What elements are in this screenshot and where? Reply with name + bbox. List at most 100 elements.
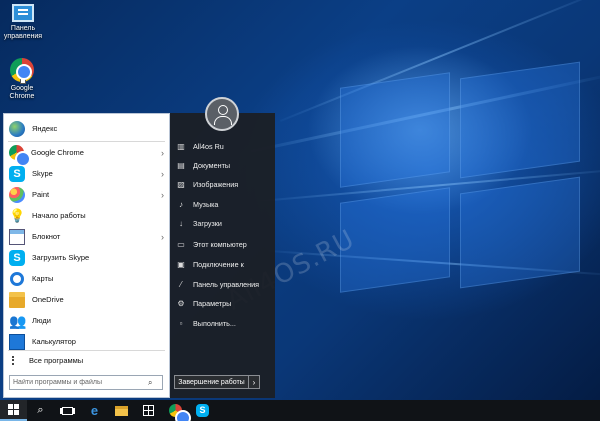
chrome-icon	[169, 404, 191, 421]
maps-icon	[10, 271, 24, 286]
edge-icon: e	[90, 403, 99, 418]
yandex-globe-icon	[9, 120, 25, 137]
store-icon	[143, 405, 154, 416]
place-downloads[interactable]: ↓ Загрузки	[175, 214, 273, 232]
start-button[interactable]	[0, 400, 27, 421]
documents-icon: ▤	[177, 160, 185, 170]
skype-icon: S	[9, 249, 25, 266]
program-calculator[interactable]: Калькулятор	[4, 331, 169, 352]
search-input[interactable]	[10, 379, 148, 386]
program-onedrive[interactable]: OneDrive	[4, 289, 169, 310]
place-connect-to[interactable]: ▣ Подключение к	[175, 255, 273, 273]
all-programs-button[interactable]: Все программы	[4, 352, 169, 368]
place-label: Музыка	[193, 199, 219, 209]
taskbar-store[interactable]	[135, 400, 162, 421]
downloads-icon: ↓	[179, 218, 183, 228]
connect-icon: ▣	[177, 259, 185, 269]
program-yandex[interactable]: Яндекс	[4, 118, 169, 139]
program-skype[interactable]: S Skype ›	[4, 163, 169, 184]
chrome-icon	[10, 58, 34, 84]
place-run[interactable]: ▫ Выполнить...	[175, 314, 273, 332]
pictures-icon: ▨	[177, 179, 185, 189]
start-menu-programs: Яндекс Google Chrome › S Skype › Paint ›…	[3, 113, 170, 398]
program-people[interactable]: 👥 Люди	[4, 310, 169, 331]
desktop-icon-control-panel[interactable]: Панель управления	[1, 4, 45, 41]
taskbar-skype[interactable]: S	[189, 400, 216, 421]
run-icon: ▫	[179, 318, 183, 328]
program-label: Калькулятор	[32, 337, 76, 346]
start-icon	[8, 404, 19, 415]
chevron-right-icon[interactable]: ›	[161, 232, 164, 242]
place-settings[interactable]: ⚙ Параметры	[175, 294, 273, 312]
taskbar-search-button[interactable]: ⌕	[27, 400, 54, 421]
program-label: OneDrive	[32, 295, 64, 304]
chevron-right-icon[interactable]: ›	[161, 148, 164, 158]
place-label: Загрузки	[193, 218, 222, 228]
paint-icon	[9, 186, 25, 203]
program-label: Блокнот	[32, 232, 61, 241]
search-icon: ⌕	[37, 404, 44, 416]
search-field[interactable]: ⌕	[9, 375, 163, 390]
program-label: Skype	[32, 169, 53, 178]
shutdown-options-button[interactable]: ›	[248, 375, 260, 389]
shortcut-arrow-icon	[20, 78, 26, 84]
program-label: Загрузить Skype	[32, 253, 90, 262]
place-label: Параметры	[193, 298, 232, 308]
program-get-started[interactable]: 💡 Начало работы	[4, 205, 169, 226]
taskbar-file-explorer[interactable]	[108, 400, 135, 421]
file-explorer-icon	[115, 405, 128, 416]
settings-icon: ⚙	[177, 298, 185, 308]
chevron-right-icon[interactable]: ›	[161, 169, 164, 179]
place-label: Документы	[193, 160, 231, 170]
music-icon: ♪	[179, 199, 183, 209]
task-view-button[interactable]	[54, 400, 81, 421]
list-icon	[12, 355, 20, 365]
place-label: Подключение к	[193, 259, 244, 269]
chevron-right-icon: ›	[252, 377, 256, 387]
program-label: Google Chrome	[31, 148, 84, 157]
user-avatar[interactable]	[205, 97, 239, 131]
computer-icon: ▭	[177, 239, 185, 249]
desktop-icon-label: Панель управления	[3, 25, 43, 40]
search-icon[interactable]: ⌕	[148, 378, 152, 388]
program-label: Люди	[32, 316, 51, 325]
place-pictures[interactable]: ▨ Изображения	[175, 175, 273, 193]
skype-icon: S	[196, 404, 209, 417]
program-download-skype[interactable]: S Загрузить Skype	[4, 247, 169, 268]
taskbar-edge[interactable]: e	[81, 400, 108, 421]
desktop-icon-chrome[interactable]: Google Chrome	[0, 58, 44, 101]
place-label: Этот компьютер	[193, 239, 247, 249]
place-control-panel[interactable]: ⁄ Панель управления	[175, 275, 273, 293]
all-programs-label: Все программы	[29, 355, 84, 365]
place-label: Панель управления	[193, 279, 260, 289]
program-paint[interactable]: Paint ›	[4, 184, 169, 205]
place-this-pc[interactable]: ▭ Этот компьютер	[175, 235, 273, 253]
task-view-icon	[62, 406, 73, 415]
program-notepad[interactable]: Блокнот ›	[4, 226, 169, 247]
lightbulb-icon: 💡	[9, 207, 26, 223]
place-label: Изображения	[193, 179, 239, 189]
program-google-chrome[interactable]: Google Chrome ›	[4, 142, 169, 167]
notepad-icon	[9, 228, 25, 245]
program-maps[interactable]: Карты	[4, 268, 169, 289]
calculator-icon	[9, 333, 25, 350]
control-panel-icon	[12, 4, 34, 22]
program-label: Яндекс	[32, 124, 58, 133]
place-documents[interactable]: ▤ Документы	[175, 156, 273, 174]
chrome-icon	[9, 145, 31, 167]
place-music[interactable]: ♪ Музыка	[175, 195, 273, 213]
taskbar-chrome[interactable]	[162, 400, 191, 421]
control-panel-icon: ⁄	[180, 279, 182, 289]
user-folder-icon: ▥	[177, 141, 185, 151]
shutdown-button[interactable]: Завершение работы	[174, 375, 249, 389]
place-label: All4os Ru	[193, 141, 224, 151]
place-user-folder[interactable]: ▥ All4os Ru	[175, 137, 273, 155]
program-label: Карты	[32, 274, 54, 283]
program-label: Начало работы	[32, 211, 86, 220]
taskbar: ⌕ e S	[0, 400, 600, 421]
people-icon: 👥	[9, 312, 27, 329]
desktop-icon-label: Google Chrome	[9, 85, 35, 100]
program-label: Paint	[32, 190, 50, 199]
onedrive-icon	[9, 291, 25, 308]
chevron-right-icon[interactable]: ›	[161, 190, 164, 200]
